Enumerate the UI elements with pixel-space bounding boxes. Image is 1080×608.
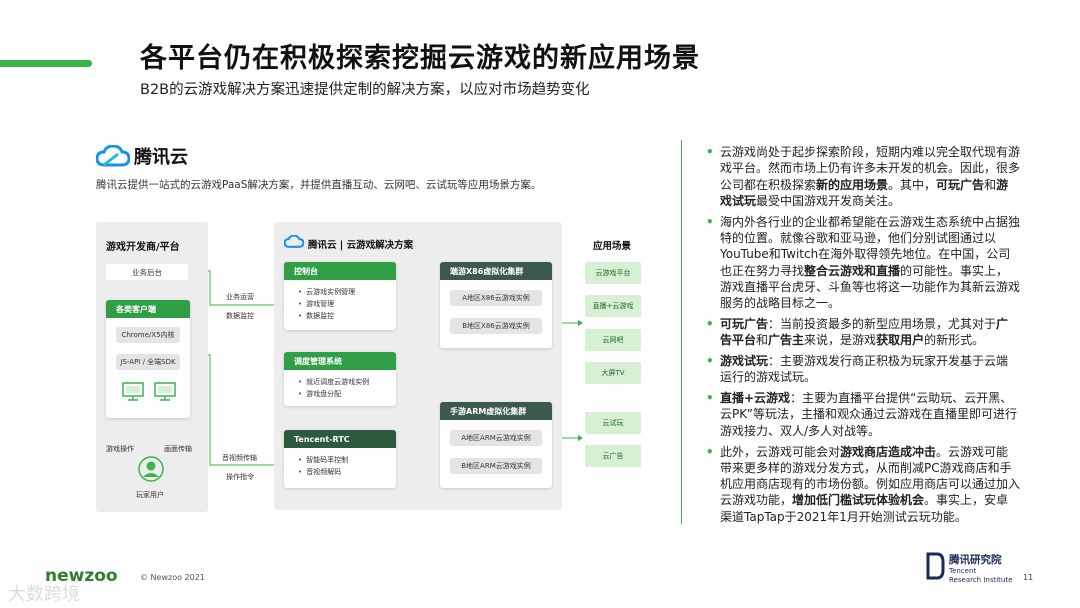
notes-list: 云游戏尚处于起步探索阶段，短期内难以完全取代现有游戏平台。然而市场上仍有许多未开…	[700, 144, 1020, 530]
solution-panel-title: 腾讯云 | 云游戏解决方案	[308, 240, 414, 251]
player-icon	[138, 456, 164, 482]
solution-panel: 腾讯云 | 云游戏解决方案 控制台 云游戏实例管理 游戏管理 数据监控 调度管理…	[274, 222, 562, 510]
arm-cluster-card: 手游ARM虚拟化集群 A地区ARM云游戏实例 B地区ARM云游戏实例	[440, 402, 552, 488]
x86-instance: B地区X86云游戏实例	[450, 318, 542, 334]
scheduler-card: 调度管理系统 就近调度云游戏实例 游戏盘分配	[284, 352, 396, 406]
flow-label-cmd: 操作指令	[226, 473, 254, 481]
research-name-en-1: Tencent	[949, 567, 977, 575]
page-number: 11	[1023, 573, 1034, 582]
developer-platform-panel: 游戏开发商/平台 业务后台 各类客户端 Chrome/X5内核 JS-API /…	[96, 222, 208, 512]
note-item: 海内外各行业的企业都希望能在云游戏生态系统中占据独特的位置。就像谷歌和亚马逊，他…	[700, 214, 1020, 312]
scenario-item: 云游戏平台	[585, 262, 641, 284]
console-card: 控制台 云游戏实例管理 游戏管理 数据监控	[284, 262, 396, 330]
arm-cluster-title: 手游ARM虚拟化集群	[440, 402, 552, 420]
game-operation-label: 游戏操作	[106, 445, 134, 453]
scheduler-card-title: 调度管理系统	[284, 352, 396, 370]
clients-card-title: 各类客户端	[106, 300, 190, 318]
monitor-icon	[122, 382, 144, 401]
console-item: 游戏管理	[298, 298, 396, 310]
clients-card: 各类客户端 Chrome/X5内核 JS-API / 全端SDK	[106, 300, 190, 418]
note-item: 游戏试玩：主要游戏发行商正积极为玩家开发基于云端运行的游戏试玩。	[700, 353, 1020, 386]
flow-label-av: 音视频传输	[222, 454, 257, 462]
flow-label-ops: 业务运营	[226, 293, 254, 301]
rtc-item: 智能码率控制	[298, 454, 396, 466]
scenarios-title: 应用场景	[593, 241, 632, 252]
tencent-research-logo: 腾讯研究院 Tencent Research Institute	[925, 552, 1012, 585]
watermark: 大数跨境	[8, 584, 80, 605]
x86-cluster-card: 端游X86虚拟化集群 A地区X86云游戏实例 B地区X86云游戏实例	[440, 262, 552, 348]
video-transfer-label: 画面传输	[164, 445, 192, 453]
column-divider	[681, 140, 682, 524]
scenario-item: 云网吧	[585, 329, 641, 351]
note-item: 云游戏尚处于起步探索阶段，短期内难以完全取代现有游戏平台。然而市场上仍有许多未开…	[700, 144, 1020, 209]
console-item: 云游戏实例管理	[298, 286, 396, 298]
monitor-icon	[154, 382, 176, 401]
x86-instance: A地区X86云游戏实例	[450, 290, 542, 306]
research-name-cn: 腾讯研究院	[949, 554, 1002, 566]
arm-instance: B地区ARM云游戏实例	[450, 458, 542, 474]
note-item: 可玩广告：当前投资最多的新型应用场景，尤其对于广告平台和广告主来说，是游戏获取用…	[700, 316, 1020, 349]
research-name-en-2: Research Institute	[949, 576, 1013, 584]
player-label: 玩家用户	[136, 491, 164, 499]
scenario-item: 云试玩	[585, 412, 641, 434]
research-institute-icon	[926, 552, 945, 580]
flow-label-data: 数据监控	[226, 312, 254, 320]
scenario-item: 大屏TV	[585, 362, 641, 384]
arm-instance: A地区ARM云游戏实例	[450, 430, 542, 446]
rtc-card: Tencent-RTC 智能码率控制 音视频解码	[284, 430, 396, 488]
console-item: 数据监控	[298, 310, 396, 322]
x86-cluster-title: 端游X86虚拟化集群	[440, 262, 552, 280]
developer-panel-title: 游戏开发商/平台	[106, 242, 180, 253]
client-item: Chrome/X5内核	[116, 327, 180, 343]
scenario-item: 直播+云游戏	[585, 295, 641, 317]
note-item: 直播+云游戏：主要为直播平台提供“云助玩、云开黑、云PK”等玩法，主播和观众通过…	[700, 390, 1020, 439]
rtc-item: 音视频解码	[298, 466, 396, 478]
note-item: 此外，云游戏可能会对游戏商店造成冲击。云游戏可能带来更多样的游戏分发方式，从而削…	[700, 444, 1020, 525]
rtc-card-title: Tencent-RTC	[284, 430, 396, 448]
console-card-title: 控制台	[284, 262, 396, 280]
tencent-cloud-small-icon	[284, 235, 304, 248]
backend-box: 业务后台	[106, 264, 188, 280]
scheduler-item: 就近调度云游戏实例	[298, 376, 396, 388]
scheduler-item: 游戏盘分配	[298, 388, 396, 400]
client-item: JS-API / 全端SDK	[116, 354, 180, 370]
scenario-item: 云广告	[585, 445, 641, 467]
copyright-text: © Newzoo 2021	[140, 573, 205, 582]
